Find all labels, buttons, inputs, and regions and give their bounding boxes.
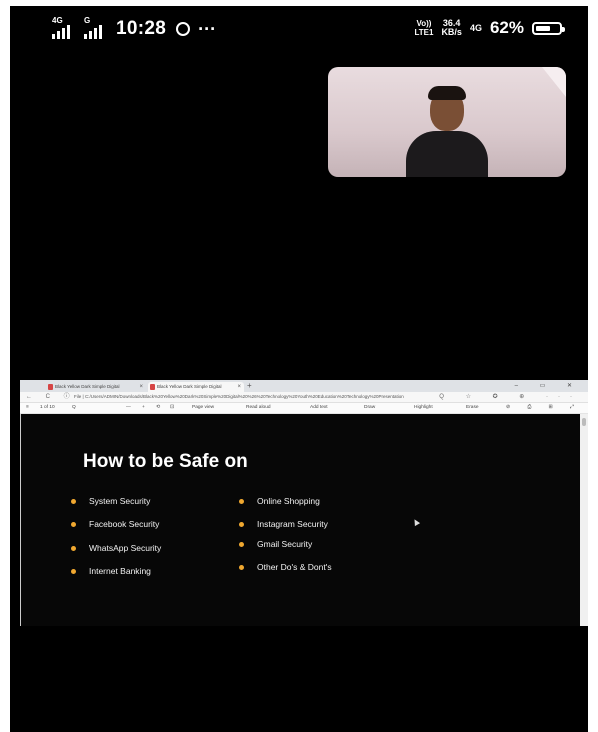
volte-indicator: Vo)) LTE1 xyxy=(414,19,433,37)
close-icon[interactable]: × xyxy=(139,382,143,392)
battery-fill xyxy=(536,25,550,31)
fit-page-icon[interactable]: ⊡ xyxy=(170,403,174,413)
bullet-dot-icon xyxy=(239,522,244,527)
call-bottom-area xyxy=(10,626,588,732)
bullet-dot-icon xyxy=(71,522,76,527)
bullet-dot-icon xyxy=(239,542,244,547)
bullet-item: Other Do's & Dont's xyxy=(239,560,332,574)
draw-button[interactable]: Draw xyxy=(364,403,375,413)
address-bar: ← C ⓘ File | C:/Users/ADMIN/Downloads/Bl… xyxy=(20,392,588,403)
bullet-item: Gmail Security xyxy=(239,537,312,551)
bullet-dot-icon xyxy=(71,499,76,504)
bullet-dot-icon xyxy=(239,499,244,504)
bullet-text: WhatsApp Security xyxy=(89,543,162,553)
pdf-icon xyxy=(48,384,53,390)
participant-body xyxy=(406,131,488,177)
tab-label: Black Yellow Dark Simple Digital xyxy=(157,384,222,389)
bullet-item: WhatsApp Security xyxy=(71,541,161,555)
network-4g-label: 4G xyxy=(469,23,482,33)
bullet-item: Internet Banking xyxy=(71,564,151,578)
status-left: 4G G 10:28 ··· xyxy=(52,16,217,40)
page-view-button[interactable]: Page view xyxy=(192,403,214,413)
bullet-dot-icon xyxy=(71,569,76,574)
page-indicator[interactable]: 1 of 10 xyxy=(40,403,55,413)
status-bar: 4G G 10:28 ··· Vo)) LTE1 36.4 KB/s 4G 62… xyxy=(10,6,588,50)
bullet-item: Instagram Security xyxy=(239,517,328,531)
pdf-scrollbar[interactable] xyxy=(580,414,588,626)
battery-icon xyxy=(532,21,565,35)
browser-action-icons[interactable]: Q ☆ ✪ ⊕ ··· xyxy=(439,392,582,403)
sim2-network-tag: G xyxy=(84,16,91,25)
bullet-item: Facebook Security xyxy=(71,517,159,531)
bullet-dot-icon xyxy=(71,546,76,551)
presentation-slide: How to be Safe on System Security Facebo… xyxy=(20,414,580,626)
add-text-button[interactable]: Add text xyxy=(310,403,328,413)
bullet-item: Online Shopping xyxy=(239,494,320,508)
signal-sim1-icon: 4G xyxy=(52,16,78,39)
speed-unit: KB/s xyxy=(441,27,462,37)
participant-hair xyxy=(428,86,466,100)
read-aloud-button[interactable]: Read aloud xyxy=(246,403,271,413)
zoom-in-button[interactable]: + xyxy=(142,403,145,413)
window-controls[interactable]: – ▭ ✕ xyxy=(515,381,582,391)
pdf-icon xyxy=(150,384,155,390)
scrollbar-thumb[interactable] xyxy=(582,418,586,426)
bullet-text: Facebook Security xyxy=(89,519,160,529)
bullet-item: System Security xyxy=(71,494,150,508)
bullet-text: Instagram Security xyxy=(257,519,328,529)
mouse-cursor-icon xyxy=(411,517,421,527)
status-time: 10:28 xyxy=(116,18,167,39)
participant-video xyxy=(406,86,488,177)
bullet-text: Internet Banking xyxy=(89,566,151,576)
pdf-right-tools[interactable]: ⊘ ⎙ ⊞ ⤢ ⚙ xyxy=(506,403,588,413)
tab-label: Black Yellow Dark Simple Digital xyxy=(55,384,120,389)
zoom-out-button[interactable]: — xyxy=(126,403,131,413)
whatsapp-icon xyxy=(176,22,191,36)
browser-tab-1[interactable]: Black Yellow Dark Simple Digital × xyxy=(46,382,146,392)
bullet-text: Other Do's & Dont's xyxy=(257,562,332,572)
rotate-icon[interactable]: ⟲ xyxy=(156,403,160,413)
close-icon[interactable]: × xyxy=(237,382,241,392)
bullet-text: Gmail Security xyxy=(257,539,313,549)
battery-cap xyxy=(562,26,565,32)
bullet-text: System Security xyxy=(89,496,151,506)
network-4g-icon: 4G xyxy=(470,23,482,33)
new-tab-button[interactable]: + xyxy=(247,381,252,391)
more-notifications-icon: ··· xyxy=(198,18,217,39)
nav-buttons[interactable]: ← C ⓘ xyxy=(26,392,76,403)
bullet-dot-icon xyxy=(239,565,244,570)
bullet-text: Online Shopping xyxy=(257,496,320,506)
volte-line1: Vo)) xyxy=(416,19,432,28)
phone-screen: 4G G 10:28 ··· Vo)) LTE1 36.4 KB/s 4G 62… xyxy=(10,6,588,732)
browser-tab-2[interactable]: Black Yellow Dark Simple Digital × xyxy=(148,382,244,392)
erase-button[interactable]: Erase xyxy=(466,403,479,413)
video-call-pip[interactable] xyxy=(328,67,566,177)
signal-sim2-icon: G xyxy=(84,16,110,39)
url-text: C:/Users/ADMIN/Downloads/Black%20Yellow%… xyxy=(84,394,404,399)
battery-percent: 62% xyxy=(489,18,524,37)
shared-screen: Black Yellow Dark Simple Digital × Black… xyxy=(20,380,588,626)
pdf-toolbar: ≡ 1 of 10 Q — + ⟲ ⊡ Page view Read aloud… xyxy=(20,403,588,414)
status-right: Vo)) LTE1 36.4 KB/s 4G 62% xyxy=(414,18,565,38)
file-prefix: File | xyxy=(74,394,84,399)
volte-line2: LTE1 xyxy=(414,28,434,37)
sim1-network-tag: 4G xyxy=(52,16,63,25)
network-speed: 36.4 KB/s xyxy=(441,19,462,37)
browser-tab-bar: Black Yellow Dark Simple Digital × Black… xyxy=(20,380,588,392)
pip-highlight xyxy=(542,67,566,97)
highlight-button[interactable]: Highlight xyxy=(414,403,433,413)
search-icon[interactable]: Q xyxy=(72,403,76,413)
url-field[interactable]: File | C:/Users/ADMIN/Downloads/Black%20… xyxy=(74,393,484,401)
slide-title: How to be Safe on xyxy=(83,451,248,472)
menu-icon[interactable]: ≡ xyxy=(26,403,29,413)
